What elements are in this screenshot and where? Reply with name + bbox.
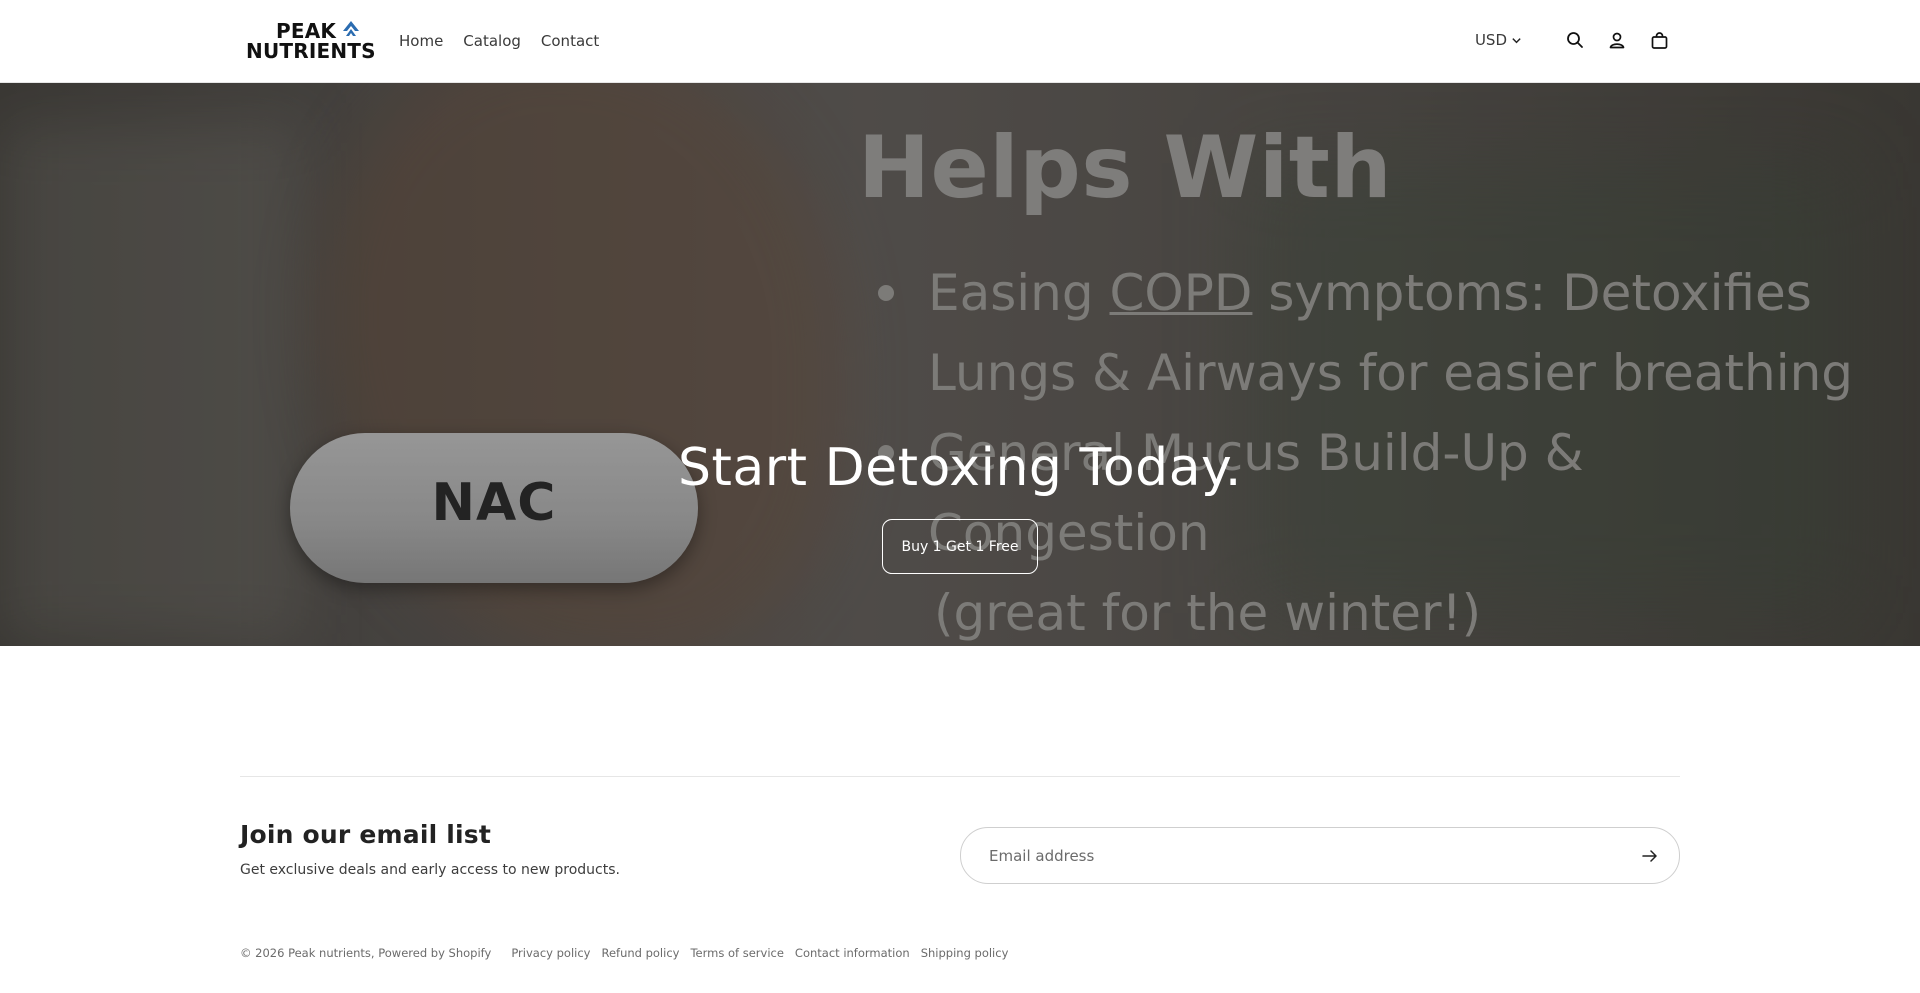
brand-logo[interactable]: PEAK NUTRIENTS (246, 20, 376, 64)
privacy-policy-link[interactable]: Privacy policy (511, 946, 590, 960)
main-nav: Home Catalog Contact (399, 30, 599, 52)
chevron-down-icon (1512, 37, 1521, 43)
search-icon (1567, 32, 1583, 48)
terms-of-service-link[interactable]: Terms of service (690, 946, 783, 960)
hero-title: Start Detoxing Today. (678, 438, 1242, 498)
currency-label: USD (1474, 31, 1507, 49)
email-submit-button[interactable] (1639, 845, 1661, 867)
site-header: PEAK NUTRIENTS Home Catalog Contact USD (0, 0, 1920, 83)
account-button[interactable] (1606, 29, 1628, 51)
nav-catalog-link[interactable]: Catalog (463, 30, 521, 52)
email-field[interactable] (989, 828, 1589, 883)
buy-1-get-1-free-button[interactable]: Buy 1 Get 1 Free (882, 519, 1038, 574)
header-actions: USD (1475, 29, 1670, 51)
currency-selector[interactable]: USD (1475, 31, 1522, 49)
contact-information-link[interactable]: Contact information (795, 946, 910, 960)
footer-divider (240, 776, 1680, 777)
copyright-text: © 2026 Peak nutrients, Powered by Shopif… (240, 946, 492, 960)
account-icon (1609, 32, 1625, 49)
newsletter-subtitle: Get exclusive deals and early access to … (240, 862, 620, 878)
shipping-policy-link[interactable]: Shipping policy (921, 946, 1009, 960)
nav-contact-link[interactable]: Contact (541, 30, 599, 52)
cart-button[interactable] (1648, 29, 1670, 51)
footer-bottom: © 2026 Peak nutrients, Powered by Shopif… (240, 946, 1019, 960)
nav-home-link[interactable]: Home (399, 30, 443, 52)
search-button[interactable] (1564, 29, 1586, 51)
refund-policy-link[interactable]: Refund policy (601, 946, 679, 960)
cart-icon (1651, 31, 1667, 49)
newsletter-title: Join our email list (240, 820, 492, 849)
logo-text-nutrients: NUTRIENTS (246, 39, 376, 63)
hero-banner: Helps With Easing COPD symptoms: Detoxif… (0, 83, 1920, 646)
arrow-right-icon (1642, 850, 1657, 862)
newsletter-form (960, 827, 1680, 884)
